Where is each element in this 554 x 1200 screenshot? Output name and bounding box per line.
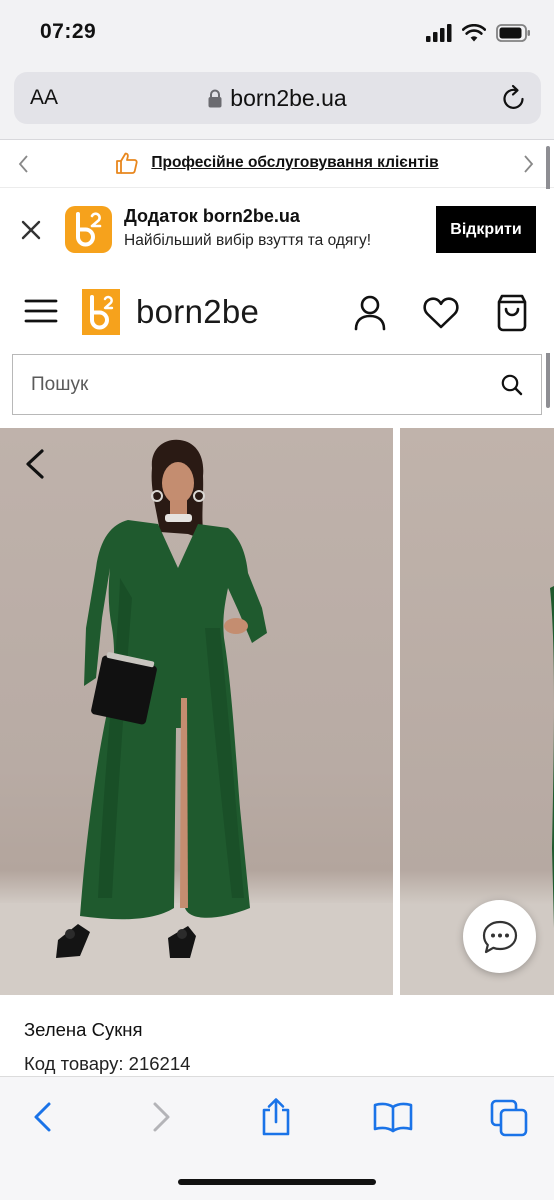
status-bar: 07:29 bbox=[0, 0, 554, 66]
site-logo[interactable]: born2be bbox=[82, 289, 259, 335]
app-banner: Додаток born2be.ua Найбільший вибір взут… bbox=[0, 189, 554, 271]
hamburger-menu-icon[interactable] bbox=[24, 298, 58, 324]
product-name: Зелена Сукня bbox=[24, 1019, 143, 1040]
heart-icon[interactable] bbox=[422, 296, 460, 330]
search-box bbox=[12, 354, 542, 415]
product-gallery[interactable] bbox=[0, 428, 554, 995]
url-display[interactable]: born2be.ua bbox=[14, 85, 541, 112]
b2-logo-icon bbox=[82, 289, 120, 335]
thumbs-up-icon bbox=[116, 152, 138, 174]
battery-icon bbox=[496, 24, 530, 42]
model-in-green-dress-photo bbox=[0, 439, 393, 995]
tabs-icon[interactable] bbox=[490, 1099, 528, 1137]
back-icon[interactable] bbox=[32, 1101, 54, 1133]
shopping-bag-icon[interactable] bbox=[495, 294, 529, 332]
user-icon[interactable] bbox=[352, 294, 388, 332]
forward-icon[interactable] bbox=[150, 1101, 172, 1133]
app-icon bbox=[65, 206, 112, 253]
address-bar[interactable]: AA born2be.ua bbox=[14, 72, 541, 124]
product-photo-main[interactable] bbox=[0, 428, 393, 995]
home-indicator bbox=[178, 1179, 376, 1185]
bookmarks-icon[interactable] bbox=[373, 1101, 413, 1133]
close-icon[interactable] bbox=[20, 219, 42, 241]
url-text: born2be.ua bbox=[230, 85, 347, 111]
promo-bar: Професійне обслуговування клієнтів bbox=[0, 140, 554, 188]
app-banner-subtitle: Найбільший вибір взуття та одягу! bbox=[124, 232, 372, 249]
app-banner-title: Додаток born2be.ua bbox=[124, 206, 300, 226]
product-code: Код товару: 216214 bbox=[24, 1053, 191, 1074]
clock: 07:29 bbox=[40, 20, 97, 43]
lock-icon bbox=[208, 89, 222, 108]
promo-text: Професійне обслуговування клієнтів bbox=[151, 154, 439, 171]
logo-text: born2be bbox=[136, 293, 260, 330]
b2-logo-icon bbox=[76, 212, 102, 247]
chat-bubble-icon bbox=[482, 920, 517, 953]
site-header: born2be bbox=[0, 271, 554, 353]
status-icons bbox=[426, 24, 532, 42]
gallery-prev-icon[interactable] bbox=[22, 448, 48, 480]
open-app-button[interactable]: Відкрити bbox=[436, 206, 536, 253]
promo-next-icon[interactable] bbox=[522, 153, 536, 175]
reload-icon[interactable] bbox=[501, 84, 527, 112]
chat-button[interactable] bbox=[463, 900, 536, 973]
share-icon[interactable] bbox=[259, 1097, 293, 1137]
search-input[interactable] bbox=[31, 355, 481, 414]
search-icon[interactable] bbox=[501, 374, 523, 396]
browser-address-area: AA born2be.ua bbox=[0, 66, 554, 140]
wifi-icon bbox=[462, 24, 486, 42]
cellular-signal-icon bbox=[426, 24, 452, 42]
promo-message[interactable]: Професійне обслуговування клієнтів bbox=[0, 151, 554, 175]
